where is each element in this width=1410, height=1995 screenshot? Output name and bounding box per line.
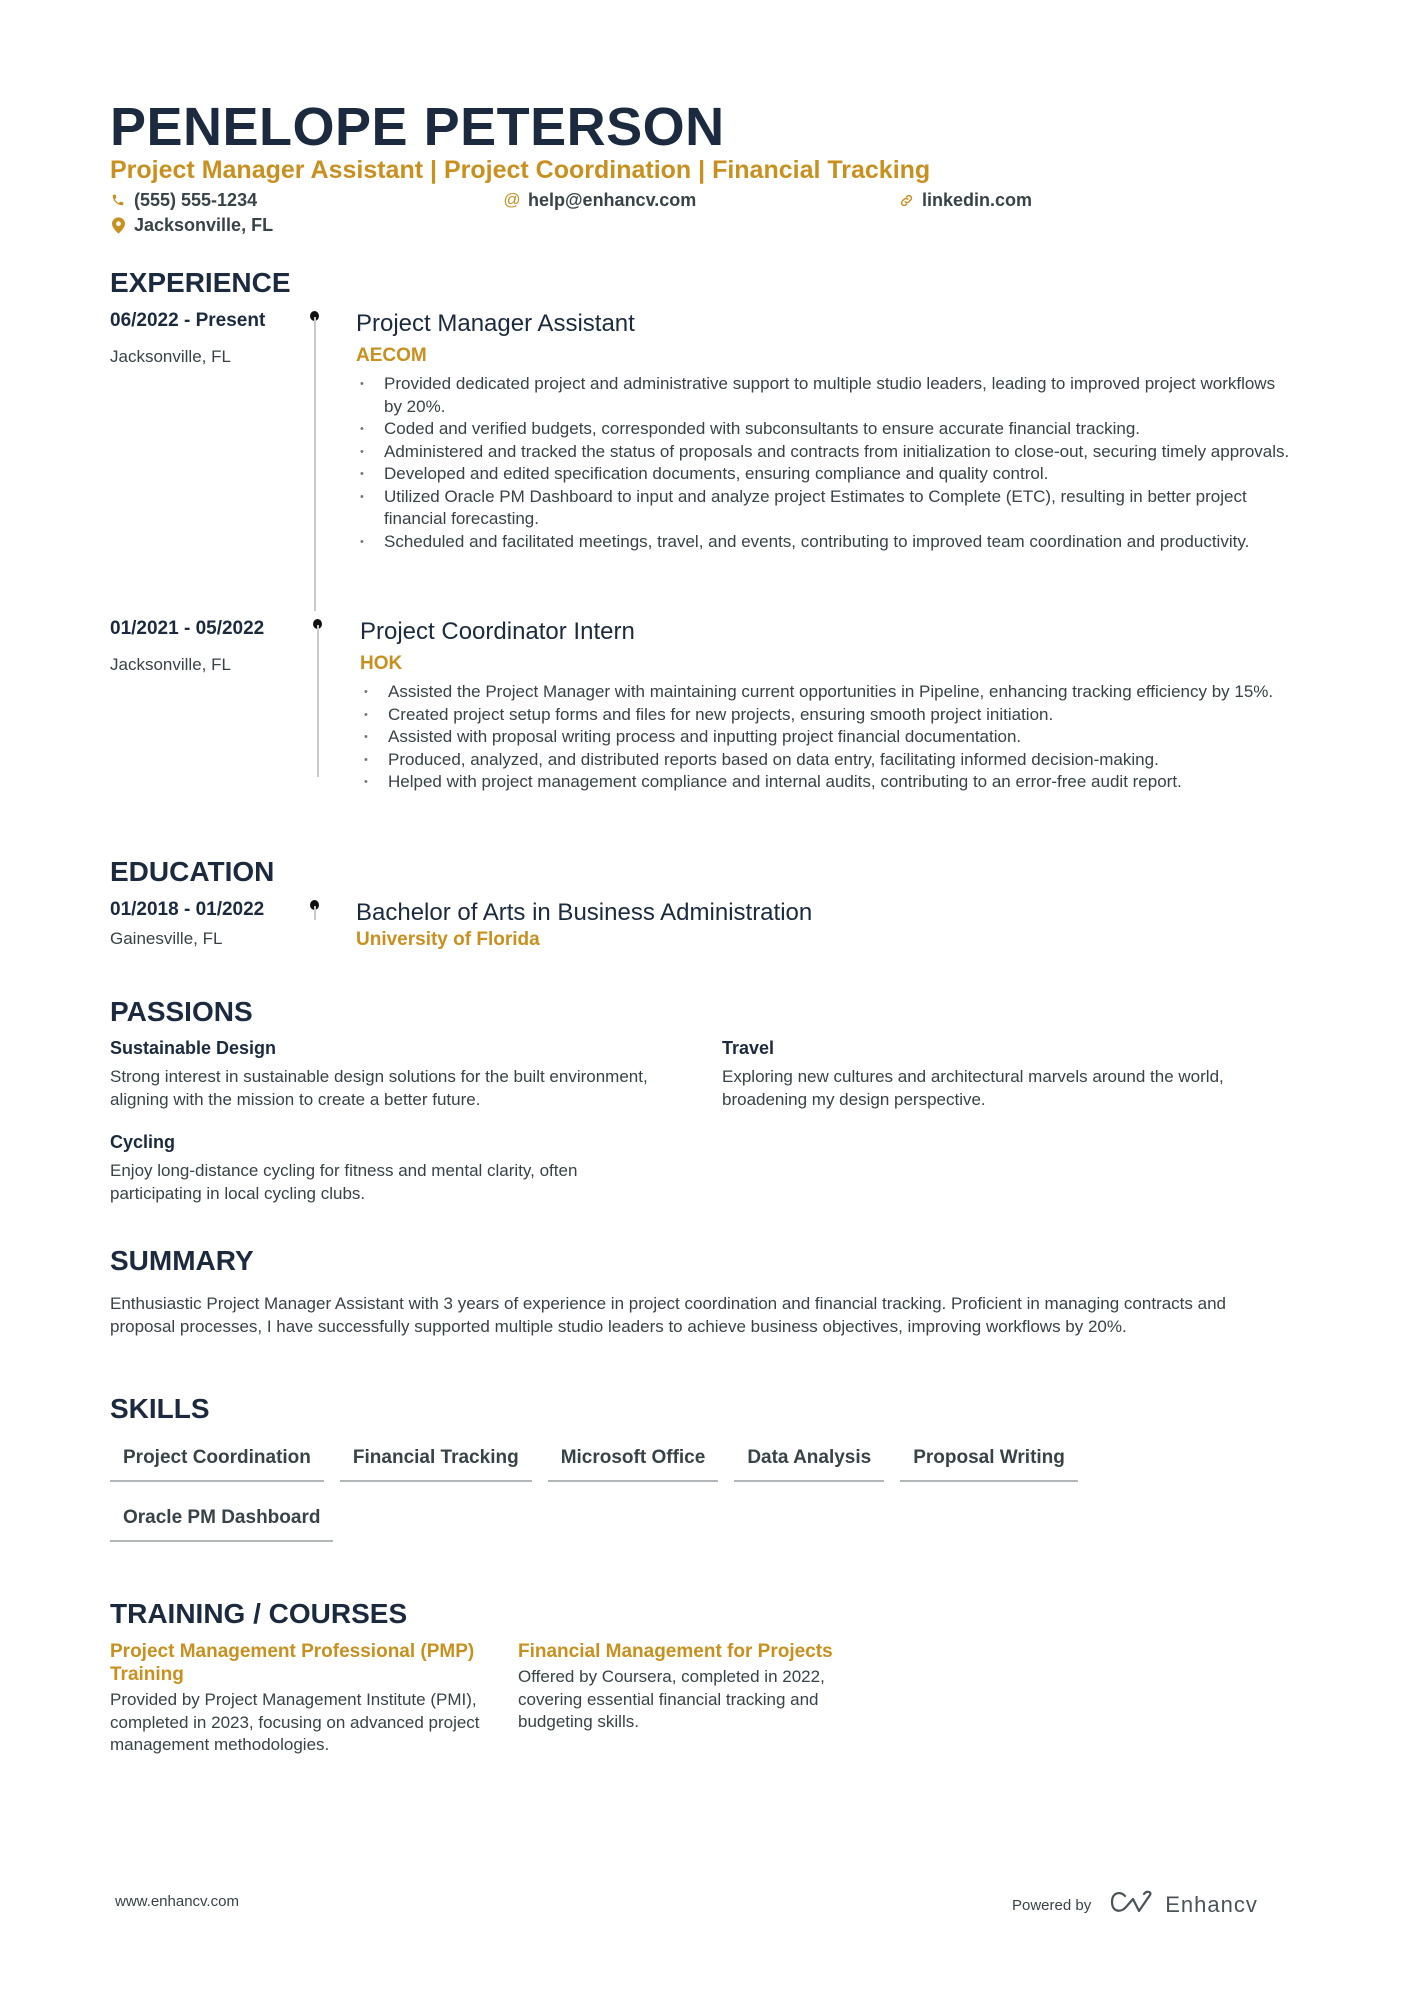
contact-link[interactable]: linkedin.com (898, 188, 1032, 212)
bullet-item: Helped with project management complianc… (360, 771, 1300, 794)
bullet-item: Created project setup forms and files fo… (360, 704, 1300, 727)
experience-bullets: Provided dedicated project and administr… (356, 373, 1296, 553)
at-icon: @ (503, 190, 521, 209)
experience-role: Project Manager Assistant (356, 310, 635, 337)
bullet-item: Developed and edited specification docum… (356, 463, 1296, 486)
contact-phone: (555) 555-1234 (110, 188, 257, 212)
passion-title: Sustainable Design (110, 1038, 277, 1058)
timeline-line (314, 317, 316, 611)
summary-text: Enthusiastic Project Manager Assistant w… (110, 1294, 1226, 1336)
course-description: Provided by Project Management Institute… (110, 1690, 480, 1754)
bullet-item: Administered and tracked the status of p… (356, 441, 1296, 464)
passion-item: Cycling Enjoy long-distance cycling for … (110, 1130, 670, 1205)
timeline-line (314, 906, 316, 920)
experience-date: 06/2022 - Present (110, 310, 266, 331)
course-item: Project Management Professional (PMP) Tr… (110, 1640, 485, 1757)
powered-by: Powered by Enhancv (1012, 1890, 1258, 1920)
section-title-training: TRAINING / COURSES (110, 1598, 408, 1629)
location-value: Jacksonville, FL (134, 215, 274, 235)
experience-location: Jacksonville, FL (110, 347, 231, 366)
skill-tag: Microsoft Office (547, 1440, 719, 1482)
section-title-experience: EXPERIENCE (110, 267, 291, 298)
contact-location: Jacksonville, FL (110, 213, 273, 237)
link-icon (898, 191, 914, 209)
powered-by-label: Powered by (1012, 1896, 1092, 1914)
enhancv-logo-icon (1109, 1890, 1155, 1920)
skills-list: Project Coordination Financial Tracking … (110, 1440, 1210, 1542)
brand-name: Enhancv (1165, 1892, 1258, 1917)
passion-description: Exploring new cultures and architectural… (722, 1067, 1224, 1109)
section-title-passions: PASSIONS (110, 996, 253, 1027)
bullet-item: Utilized Oracle PM Dashboard to input an… (356, 486, 1296, 531)
contact-email[interactable]: @ help@enhancv.com (503, 188, 696, 212)
timeline-line (317, 625, 319, 777)
phone-value: (555) 555-1234 (134, 190, 258, 210)
phone-icon (110, 191, 126, 209)
candidate-name: PENELOPE PETERSON (110, 97, 725, 157)
experience-role: Project Coordinator Intern (360, 618, 635, 645)
experience-location: Jacksonville, FL (110, 655, 231, 674)
map-pin-icon (110, 216, 126, 234)
experience-bullets: Assisted the Project Manager with mainta… (360, 681, 1300, 794)
course-title: Financial Management for Projects (518, 1641, 833, 1662)
course-item: Financial Management for Projects Offere… (518, 1640, 888, 1734)
passion-item: Travel Exploring new cultures and archit… (722, 1036, 1282, 1111)
education-degree: Bachelor of Arts in Business Administrat… (356, 899, 813, 926)
skill-tag: Project Coordination (110, 1440, 324, 1482)
experience-company: HOK (360, 653, 403, 674)
bullet-item: Coded and verified budgets, corresponded… (356, 418, 1296, 441)
passion-title: Travel (722, 1038, 775, 1058)
course-title: Project Management Professional (PMP) Tr… (110, 1641, 475, 1685)
passion-item: Sustainable Design Strong interest in su… (110, 1036, 670, 1111)
footer-url[interactable]: www.enhancv.com (115, 1893, 239, 1910)
passion-title: Cycling (110, 1132, 176, 1152)
education-school: University of Florida (356, 929, 540, 950)
bullet-item: Produced, analyzed, and distributed repo… (360, 749, 1300, 772)
bullet-item: Assisted the Project Manager with mainta… (360, 681, 1300, 704)
skill-tag: Data Analysis (734, 1440, 885, 1482)
bullet-item: Scheduled and facilitated meetings, trav… (356, 531, 1296, 554)
skill-tag: Oracle PM Dashboard (110, 1500, 334, 1542)
link-value[interactable]: linkedin.com (922, 188, 1032, 212)
education-location: Gainesville, FL (110, 929, 223, 948)
bullet-item: Provided dedicated project and administr… (356, 373, 1296, 418)
section-title-education: EDUCATION (110, 856, 275, 887)
email-value[interactable]: help@enhancv.com (528, 188, 696, 212)
bullet-item: Assisted with proposal writing process a… (360, 726, 1300, 749)
headline: Project Manager Assistant | Project Coor… (110, 156, 931, 184)
education-date: 01/2018 - 01/2022 (110, 899, 265, 920)
skill-tag: Proposal Writing (900, 1440, 1078, 1482)
course-description: Offered by Coursera, completed in 2022, … (518, 1667, 825, 1731)
skill-tag: Financial Tracking (339, 1440, 532, 1482)
section-title-skills: SKILLS (110, 1393, 210, 1424)
passion-description: Strong interest in sustainable design so… (110, 1067, 648, 1109)
section-title-summary: SUMMARY (110, 1245, 254, 1276)
passion-description: Enjoy long-distance cycling for fitness … (110, 1161, 578, 1203)
brand-logo[interactable]: Enhancv (1109, 1890, 1258, 1920)
experience-date: 01/2021 - 05/2022 (110, 618, 265, 639)
experience-company: AECOM (356, 345, 427, 366)
